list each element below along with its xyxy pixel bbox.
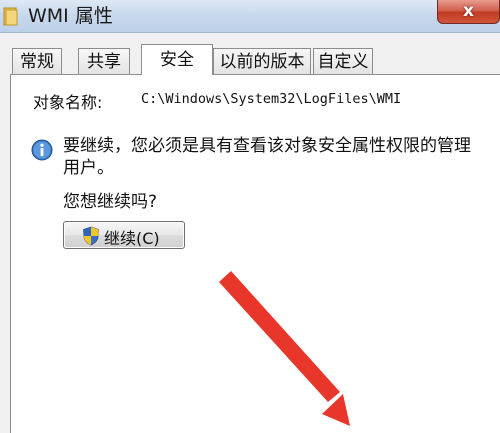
permission-message: 要继续，您必须是具有查看该对象安全属性权限的管理用户。 (63, 136, 471, 178)
object-name-label: 对象名称: (33, 93, 103, 112)
window-title: WMI 属性 (28, 5, 113, 27)
tab-previous-versions[interactable]: 以前的版本 (213, 48, 311, 74)
tab-customize[interactable]: 自定义 (313, 48, 373, 74)
tab-strip: 常规 共享 安全 以前的版本 自定义 (0, 44, 500, 75)
tab-security[interactable]: 安全 (141, 44, 213, 75)
properties-window: WMI 属性 x 常规 共享 安全 以前的版本 自定义 对象名称: C:\Win… (0, 0, 500, 433)
folder-icon (3, 7, 18, 26)
continue-question: 您想继续吗? (63, 192, 158, 212)
continue-button-label: 继续(C) (104, 229, 160, 248)
object-name-value: C:\Windows\System32\LogFiles\WMI (141, 91, 402, 107)
close-button[interactable]: x (437, 0, 500, 24)
tab-general[interactable]: 常规 (12, 48, 62, 74)
continue-button[interactable]: 继续(C) (63, 221, 185, 249)
title-bar[interactable]: WMI 属性 x (0, 0, 500, 33)
uac-shield-icon (83, 226, 99, 246)
security-panel: 对象名称: C:\Windows\System32\LogFiles\WMI 要… (10, 74, 500, 433)
close-icon: x (463, 1, 474, 21)
info-icon (31, 139, 53, 161)
tab-sharing[interactable]: 共享 (78, 48, 130, 74)
